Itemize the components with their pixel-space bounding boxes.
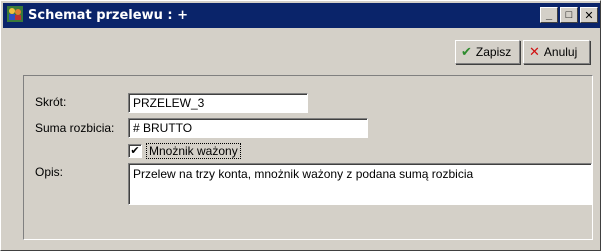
window-controls: _ □ ✕ xyxy=(540,7,598,23)
cancel-button[interactable]: ✕ Anuluj xyxy=(523,40,590,64)
window-title: Schemat przelewu : + xyxy=(28,8,188,23)
save-button[interactable]: ✔ Zapisz xyxy=(455,40,520,64)
description-label: Opis: xyxy=(35,165,64,179)
dialog-window: Schemat przelewu : + _ □ ✕ ✔ Zapisz ✕ An… xyxy=(0,0,601,251)
sum-input[interactable]: # BRUTTO xyxy=(128,118,368,138)
close-button[interactable]: ✕ xyxy=(580,7,598,23)
sum-label: Suma rozbicia: xyxy=(35,121,115,135)
title-bar[interactable]: Schemat przelewu : + _ □ ✕ xyxy=(3,3,600,28)
weighted-checkbox[interactable]: ✔ xyxy=(128,144,142,158)
shortcut-input[interactable]: PRZELEW_3 xyxy=(128,93,308,113)
description-textarea[interactable]: Przelew na trzy konta, mnożnik ważony z … xyxy=(128,163,592,205)
x-icon: ✕ xyxy=(529,44,540,59)
minimize-button[interactable]: _ xyxy=(540,7,558,23)
toolbar: ✔ Zapisz ✕ Anuluj xyxy=(3,29,600,72)
check-icon: ✔ xyxy=(461,44,472,59)
save-button-label: Zapisz xyxy=(475,45,512,59)
shortcut-label: Skrót: xyxy=(35,95,67,109)
cancel-button-label: Anuluj xyxy=(543,45,578,59)
weighted-checkbox-label[interactable]: Mnożnik ważony xyxy=(146,143,241,159)
maximize-button[interactable]: □ xyxy=(560,7,578,23)
app-icon xyxy=(3,5,24,26)
form-panel: Skrót: PRZELEW_3 Suma rozbicia: # BRUTTO… xyxy=(23,75,593,240)
